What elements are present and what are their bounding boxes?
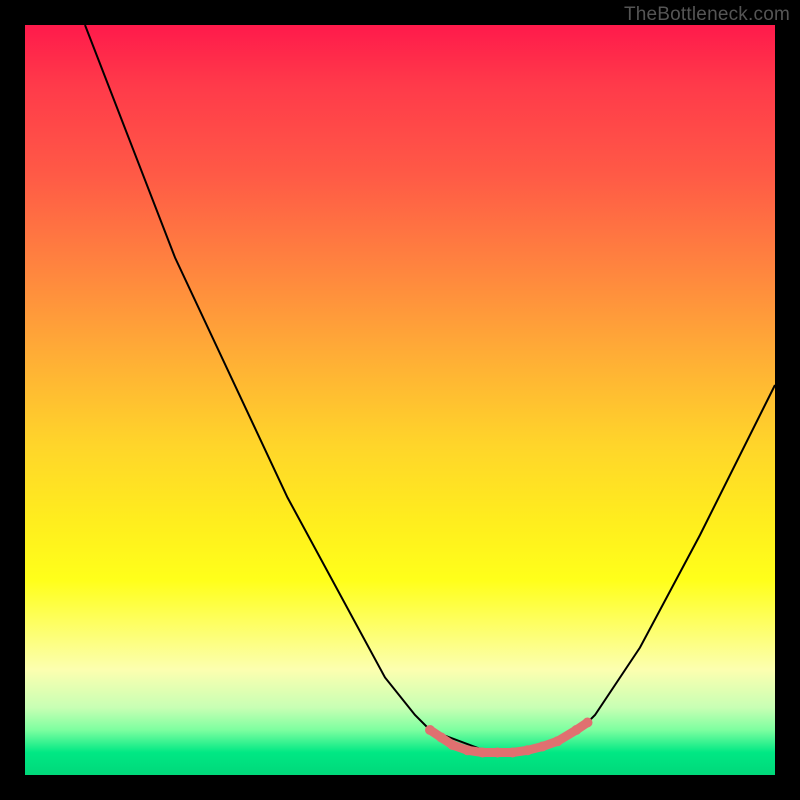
- valley-marker-dot: [523, 745, 533, 755]
- valley-marker-dot: [553, 736, 563, 746]
- curve-layer: [85, 25, 775, 753]
- valley-marker-dot: [493, 748, 503, 758]
- valley-marker-dot: [583, 718, 593, 728]
- valley-marker-dot: [448, 740, 458, 750]
- valley-marker-dot: [508, 748, 518, 758]
- valley-marker-dot: [425, 725, 435, 735]
- valley-marker-dot: [538, 742, 548, 752]
- plot-area: [25, 25, 775, 775]
- outer-frame: TheBottleneck.com: [0, 0, 800, 800]
- valley-marker-dot: [436, 733, 446, 743]
- valley-marker-dot: [463, 745, 473, 755]
- valley-marker-dot: [478, 748, 488, 758]
- watermark-text: TheBottleneck.com: [624, 4, 790, 26]
- bottleneck-curve-path: [85, 25, 775, 753]
- valley-marker-dot: [571, 725, 581, 735]
- chart-svg: [25, 25, 775, 775]
